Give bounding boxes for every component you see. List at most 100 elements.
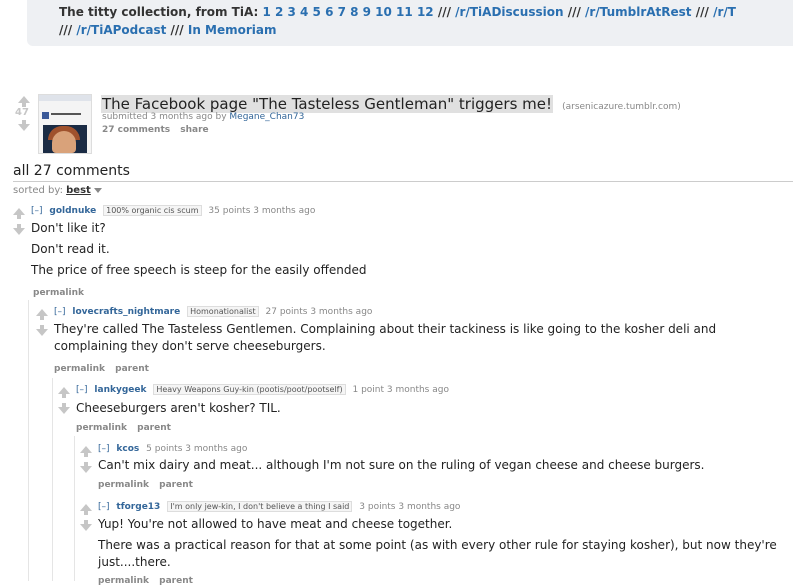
parent-link[interactable]: parent <box>159 576 193 586</box>
parent-link[interactable]: parent <box>115 364 149 374</box>
upvote-arrow-icon[interactable] <box>18 96 30 107</box>
downvote-arrow-icon[interactable] <box>58 403 70 414</box>
upvote-arrow-icon[interactable] <box>58 387 70 398</box>
post-domain[interactable]: (arsenicazure.tumblr.com) <box>562 102 681 112</box>
comment-body: They're called The Tasteless Gentlemen. … <box>54 321 744 355</box>
banner-separator: /// <box>567 5 581 19</box>
comment-kcos: [–] kcos 5 points 3 months ago Can't mix… <box>80 444 785 494</box>
comment-line: Yup! You're not allowed to have meat and… <box>98 517 453 531</box>
upvote-arrow-icon[interactable] <box>36 309 48 320</box>
upvote-arrow-icon[interactable] <box>80 504 92 515</box>
post-title-link[interactable]: The Facebook page "The Tasteless Gentlem… <box>101 95 554 113</box>
comment-tagline: [–] lankygeek Heavy Weapons Guy-kin (poo… <box>76 384 449 395</box>
sort-value[interactable]: best <box>66 185 91 196</box>
upvote-arrow-icon[interactable] <box>13 208 25 219</box>
collapse-toggle[interactable]: [–] <box>54 307 66 317</box>
comment-vote-box <box>80 504 92 531</box>
comment-body: Yup! You're not allowed to have meat and… <box>98 516 778 571</box>
downvote-arrow-icon[interactable] <box>80 520 92 531</box>
comment-vote-box <box>80 446 92 473</box>
banner-link-tiadiscussion[interactable]: /r/TiADiscussion <box>455 5 563 19</box>
share-link[interactable]: share <box>180 125 208 135</box>
comment-author[interactable]: lankygeek <box>94 385 146 395</box>
upvote-arrow-icon[interactable] <box>80 446 92 457</box>
user-flair: 100% organic cis scum <box>103 205 202 216</box>
comment-line: Don't read it. <box>31 242 110 256</box>
comment-tagline: [–] kcos 5 points 3 months ago <box>98 444 247 454</box>
parent-link[interactable]: parent <box>159 480 193 490</box>
comment-meta: 5 points 3 months ago <box>146 444 248 454</box>
post-buttons: 27 comments share <box>102 125 216 135</box>
comment-meta: 35 points 3 months ago <box>208 206 316 216</box>
comment-buttons: permalink parent <box>98 576 200 586</box>
downvote-arrow-icon[interactable] <box>13 224 25 235</box>
downvote-arrow-icon[interactable] <box>80 462 92 473</box>
comment-vote-box <box>36 309 48 336</box>
thread-line <box>52 378 53 581</box>
sort-label: sorted by: <box>13 185 63 196</box>
user-flair: I'm only jew-kin, I don't believe a thin… <box>167 501 353 512</box>
comment-meta: 3 points 3 months ago <box>359 502 461 512</box>
comment-line: Can't mix dairy and meat... although I'm… <box>98 458 705 472</box>
downvote-arrow-icon[interactable] <box>36 325 48 336</box>
downvote-arrow-icon[interactable] <box>18 120 30 131</box>
comment-buttons: permalink parent <box>98 480 200 490</box>
comment-body: Can't mix dairy and meat... although I'm… <box>98 457 778 474</box>
banner-separator: /// <box>170 23 184 37</box>
comment-vote-box <box>58 387 70 414</box>
permalink-link[interactable]: permalink <box>98 576 149 586</box>
collapse-toggle[interactable]: [–] <box>76 385 88 395</box>
thread-line <box>28 300 29 581</box>
dropdown-caret-icon[interactable] <box>93 187 102 193</box>
collapse-toggle[interactable]: [–] <box>98 444 110 454</box>
comment-meta: 27 points 3 months ago <box>265 307 373 317</box>
banner-number-links[interactable]: 1 2 3 4 5 6 7 8 9 10 11 12 <box>262 5 433 19</box>
banner-link-tiapodcast[interactable]: /r/TiAPodcast <box>76 23 166 37</box>
comment-buttons: permalink parent <box>54 364 156 374</box>
comment-lovecrafts-nightmare: [–] lovecrafts_nightmare Homonationalist… <box>36 306 776 377</box>
comment-buttons: permalink <box>33 288 91 298</box>
post-entry: 47 The Facebook page "The Tasteless Gent… <box>10 92 770 154</box>
post-score: 47 <box>15 107 29 118</box>
post-submitted-text: submitted 3 months ago by <box>102 112 227 122</box>
permalink-link[interactable]: permalink <box>76 423 127 433</box>
facebook-icon <box>42 112 49 119</box>
subreddit-banner: The titty collection, from TiA: 1 2 3 4 … <box>27 0 793 46</box>
user-flair: Heavy Weapons Guy-kin (pootis/poot/poots… <box>153 384 346 395</box>
comment-author[interactable]: lovecrafts_nightmare <box>72 307 180 317</box>
comment-line: They're called The Tasteless Gentlemen. … <box>54 322 717 353</box>
post-vote-box: 47 <box>14 96 34 131</box>
comment-author[interactable]: kcos <box>116 444 139 454</box>
comment-author[interactable]: tforge13 <box>116 502 160 512</box>
comment-author[interactable]: goldnuke <box>49 206 96 216</box>
parent-link[interactable]: parent <box>137 423 171 433</box>
comment-vote-box <box>13 208 25 235</box>
sort-menu[interactable]: sorted by: best <box>13 185 102 196</box>
banner-prefix: The titty collection, from TiA: <box>59 5 259 19</box>
comments-header: all 27 comments <box>13 163 130 179</box>
comment-buttons: permalink parent <box>76 423 178 433</box>
comment-meta: 1 point 3 months ago <box>352 385 449 395</box>
comment-line: Don't like it? <box>31 221 106 235</box>
comment-tagline: [–] lovecrafts_nightmare Homonationalist… <box>54 306 373 317</box>
comment-tagline: [–] tforge13 I'm only jew-kin, I don't b… <box>98 501 461 512</box>
banner-link-in-memoriam[interactable]: In Memoriam <box>188 23 277 37</box>
permalink-link[interactable]: permalink <box>33 288 84 298</box>
banner-line-2: /// /r/TiAPodcast /// In Memoriam <box>59 23 277 37</box>
comments-link[interactable]: 27 comments <box>102 125 170 135</box>
banner-separator: /// <box>59 23 73 37</box>
permalink-link[interactable]: permalink <box>54 364 105 374</box>
thumbnail-text-line <box>51 113 81 115</box>
post-author-link[interactable]: Megane_Chan73 <box>229 112 304 122</box>
permalink-link[interactable]: permalink <box>98 480 149 490</box>
post-thumbnail[interactable] <box>38 94 92 154</box>
comment-line: There was a practical reason for that at… <box>98 538 777 569</box>
banner-link-tumblratrest[interactable]: /r/TumblrAtRest <box>585 5 692 19</box>
banner-line-1: The titty collection, from TiA: 1 2 3 4 … <box>59 5 736 19</box>
post-tagline: submitted 3 months ago by Megane_Chan73 <box>102 112 304 122</box>
banner-link-truncated[interactable]: /r/T <box>713 5 736 19</box>
user-flair: Homonationalist <box>187 306 259 317</box>
collapse-toggle[interactable]: [–] <box>98 502 110 512</box>
comment-tforge13: [–] tforge13 I'm only jew-kin, I don't b… <box>80 501 785 586</box>
collapse-toggle[interactable]: [–] <box>31 206 43 216</box>
